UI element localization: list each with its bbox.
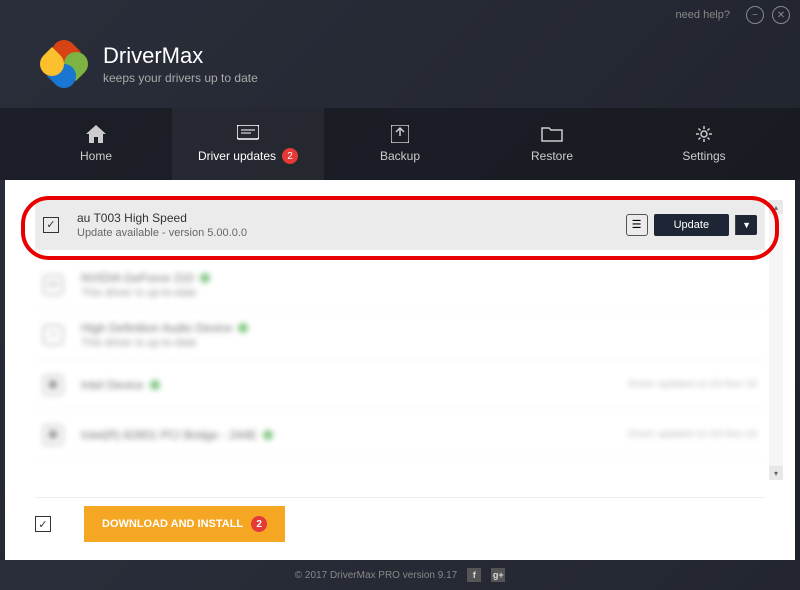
driver-name: NVIDIA GeForce 210 [81, 271, 757, 285]
backup-icon [389, 125, 411, 143]
driver-row-featured[interactable]: ✓ au T003 High Speed Update available - … [35, 200, 765, 250]
update-dropdown-button[interactable]: ▼ [735, 215, 757, 235]
footer: © 2017 DriverMax PRO version 9.17 f g+ [0, 560, 800, 590]
help-link[interactable]: need help? [676, 9, 730, 21]
driver-checkbox[interactable]: ✓ [43, 217, 59, 233]
nav-label: Settings [682, 149, 725, 163]
audio-icon: ♪ [43, 325, 63, 345]
driver-status: This driver is up-to-date [81, 337, 757, 349]
close-button[interactable]: ✕ [772, 6, 790, 24]
status-dot-icon [238, 323, 248, 333]
nav-label: Backup [380, 149, 420, 163]
titlebar: need help? − ✕ [0, 0, 800, 30]
scroll-down-button[interactable]: ▾ [769, 466, 783, 480]
app-logo-icon [40, 40, 88, 88]
app-title: DriverMax [103, 43, 258, 69]
nav-restore[interactable]: Restore [476, 108, 628, 180]
chipset-icon: ▦ [43, 425, 63, 445]
driver-row[interactable]: ▦ Intel Device Driver updated on 03-Nov-… [35, 360, 765, 410]
scrollbar[interactable]: ▴ ▾ [769, 200, 783, 480]
nav-label: Home [80, 149, 112, 163]
content-panel: ✓ au T003 High Speed Update available - … [5, 180, 795, 560]
status-dot-icon [150, 380, 160, 390]
driver-name: Intel Device [81, 378, 628, 392]
select-all-checkbox[interactable]: ✓ [35, 516, 51, 532]
driver-row[interactable]: ▦ Intel(R) 82801 PCI Bridge - 244E Drive… [35, 410, 765, 460]
nav-label: Driver updates [198, 149, 276, 163]
gear-icon [693, 125, 715, 143]
googleplus-icon[interactable]: g+ [491, 568, 505, 582]
driver-name: High Definition Audio Device [81, 321, 757, 335]
download-badge: 2 [251, 516, 267, 532]
copyright: © 2017 DriverMax PRO version 9.17 [295, 570, 457, 581]
chipset-icon: ▦ [43, 375, 63, 395]
driver-name: au T003 High Speed [77, 211, 626, 225]
driver-row[interactable]: ♪ High Definition Audio Device This driv… [35, 310, 765, 360]
nav-backup[interactable]: Backup [324, 108, 476, 180]
main-nav: Home Driver updates 2 Backup Restore Set… [0, 108, 800, 180]
driver-list: ✓ au T003 High Speed Update available - … [15, 190, 785, 480]
nav-label: Restore [531, 149, 573, 163]
download-install-button[interactable]: DOWNLOAD AND INSTALL 2 [84, 506, 285, 542]
display-icon: ▭ [43, 275, 63, 295]
scroll-up-button[interactable]: ▴ [769, 200, 783, 214]
action-bar: ✓ DOWNLOAD AND INSTALL 2 [35, 497, 765, 550]
facebook-icon[interactable]: f [467, 568, 481, 582]
app-header: DriverMax keeps your drivers up to date [0, 30, 800, 108]
nav-driver-updates[interactable]: Driver updates 2 [172, 108, 324, 180]
app-tagline: keeps your drivers up to date [103, 71, 258, 85]
home-icon [85, 125, 107, 143]
driver-name: Intel(R) 82801 PCI Bridge - 244E [81, 428, 628, 442]
driver-date: Driver updated on 03-Nov-16 [628, 379, 757, 390]
nav-settings[interactable]: Settings [628, 108, 780, 180]
updates-badge: 2 [282, 148, 298, 164]
driver-date: Driver updated on 03-Nov-16 [628, 429, 757, 440]
driver-status: This driver is up-to-date [81, 287, 757, 299]
download-label: DOWNLOAD AND INSTALL [102, 518, 243, 530]
status-dot-icon [263, 430, 273, 440]
minimize-button[interactable]: − [746, 6, 764, 24]
nav-home[interactable]: Home [20, 108, 172, 180]
update-button[interactable]: Update [654, 214, 729, 236]
details-icon[interactable]: ☰ [626, 214, 648, 236]
driver-icon [237, 124, 259, 142]
driver-row[interactable]: ▭ NVIDIA GeForce 210 This driver is up-t… [35, 260, 765, 310]
folder-icon [541, 125, 563, 143]
driver-status: Update available - version 5.00.0.0 [77, 227, 626, 239]
status-dot-icon [200, 273, 210, 283]
